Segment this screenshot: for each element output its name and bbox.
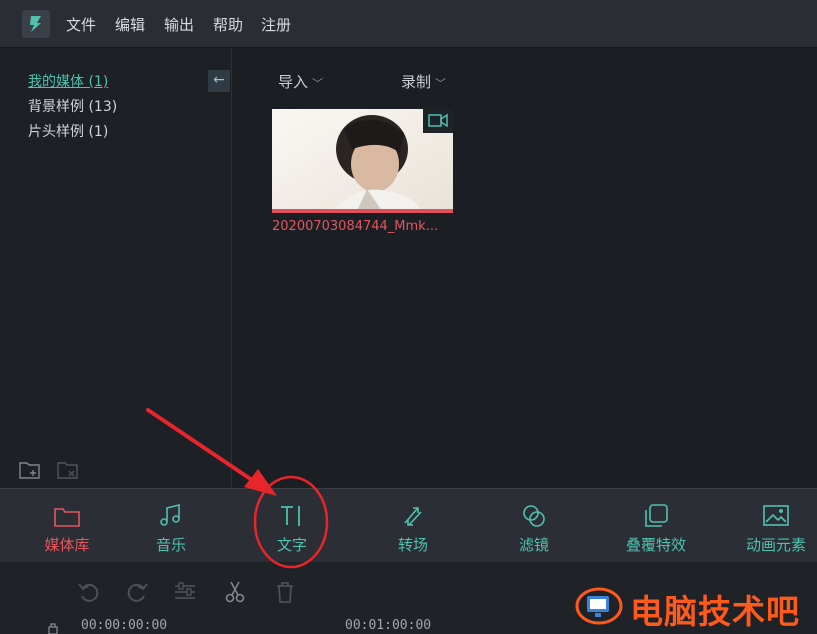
tab-transition[interactable]: 转场	[373, 489, 453, 563]
overlay-icon	[642, 503, 670, 529]
chevron-down-icon: ﹀	[435, 77, 447, 90]
thumbnail-selection-bar	[272, 209, 453, 213]
remove-folder-icon[interactable]	[56, 459, 80, 481]
add-folder-icon[interactable]	[18, 459, 42, 481]
tab-label: 媒体库	[44, 536, 90, 554]
text-cursor-icon	[278, 503, 306, 529]
category-tab-bar: 媒体库 音乐 文字 转场 滤镜 叠覆特效 动画元素	[0, 488, 817, 562]
image-icon	[762, 503, 790, 529]
tab-label: 叠覆特效	[625, 536, 686, 554]
tree-item-intro-samples[interactable]: 片头样例 (1)	[28, 121, 108, 141]
ruler-time-start: 00:00:00:00	[81, 618, 168, 633]
tab-music[interactable]: 音乐	[131, 489, 211, 563]
import-dropdown[interactable]: 导入 ﹀	[278, 71, 323, 92]
tab-label: 文字	[276, 536, 307, 554]
video-camera-icon	[423, 109, 453, 133]
record-label: 录制	[401, 73, 432, 91]
menu-edit[interactable]: 编辑	[115, 14, 145, 35]
tab-label: 转场	[397, 536, 428, 554]
track-lock-icon[interactable]	[47, 620, 59, 634]
redo-icon[interactable]	[124, 579, 150, 605]
watermark: 电脑技术吧	[575, 582, 817, 632]
tab-label: 动画元素	[745, 536, 806, 554]
menu-file[interactable]: 文件	[66, 14, 96, 35]
media-area: 导入 ﹀ 录制 ﹀ 20200703084744_Mmk...	[233, 49, 817, 488]
tab-animated-elements[interactable]: 动画元素	[736, 489, 816, 563]
undo-icon[interactable]	[76, 579, 102, 605]
media-filename[interactable]: 20200703084744_Mmk...	[272, 219, 438, 234]
menu-help[interactable]: 帮助	[213, 14, 243, 35]
record-dropdown[interactable]: 录制 ﹀	[401, 71, 446, 92]
music-note-icon	[157, 503, 185, 529]
tab-media-library[interactable]: 媒体库	[27, 489, 107, 563]
arrow-left-icon: ←	[213, 72, 225, 88]
filter-circles-icon	[520, 503, 548, 529]
tree-item-my-media[interactable]: 我的媒体 (1)	[28, 71, 108, 91]
import-label: 导入	[278, 73, 309, 91]
chevron-down-icon: ﹀	[312, 77, 324, 90]
transition-icon	[399, 503, 427, 529]
tree-item-background-samples[interactable]: 背景样例 (13)	[28, 96, 117, 116]
folder-icon	[53, 503, 81, 529]
delete-icon[interactable]	[272, 579, 298, 605]
ruler-time-one-minute: 00:01:00:00	[345, 618, 432, 633]
cut-icon[interactable]	[222, 579, 248, 605]
collapse-panel-button[interactable]: ←	[208, 70, 230, 92]
watermark-text: 电脑技术吧	[630, 592, 800, 631]
watermark-logo-icon	[575, 587, 623, 625]
adjust-icon[interactable]	[172, 579, 198, 605]
library-tree-panel: 我的媒体 (1) 背景样例 (13) 片头样例 (1) ←	[0, 49, 232, 488]
app-logo-icon	[22, 10, 50, 38]
tab-text[interactable]: 文字	[252, 489, 332, 563]
tab-overlay-effects[interactable]: 叠覆特效	[612, 489, 700, 563]
tab-filter[interactable]: 滤镜	[494, 489, 574, 563]
menu-export[interactable]: 输出	[164, 14, 194, 35]
menu-register[interactable]: 注册	[261, 14, 291, 35]
tab-label: 音乐	[155, 536, 186, 554]
menu-bar: 文件 编辑 输出 帮助 注册	[0, 0, 817, 48]
media-thumbnail[interactable]	[272, 109, 453, 211]
tab-label: 滤镜	[518, 536, 549, 554]
